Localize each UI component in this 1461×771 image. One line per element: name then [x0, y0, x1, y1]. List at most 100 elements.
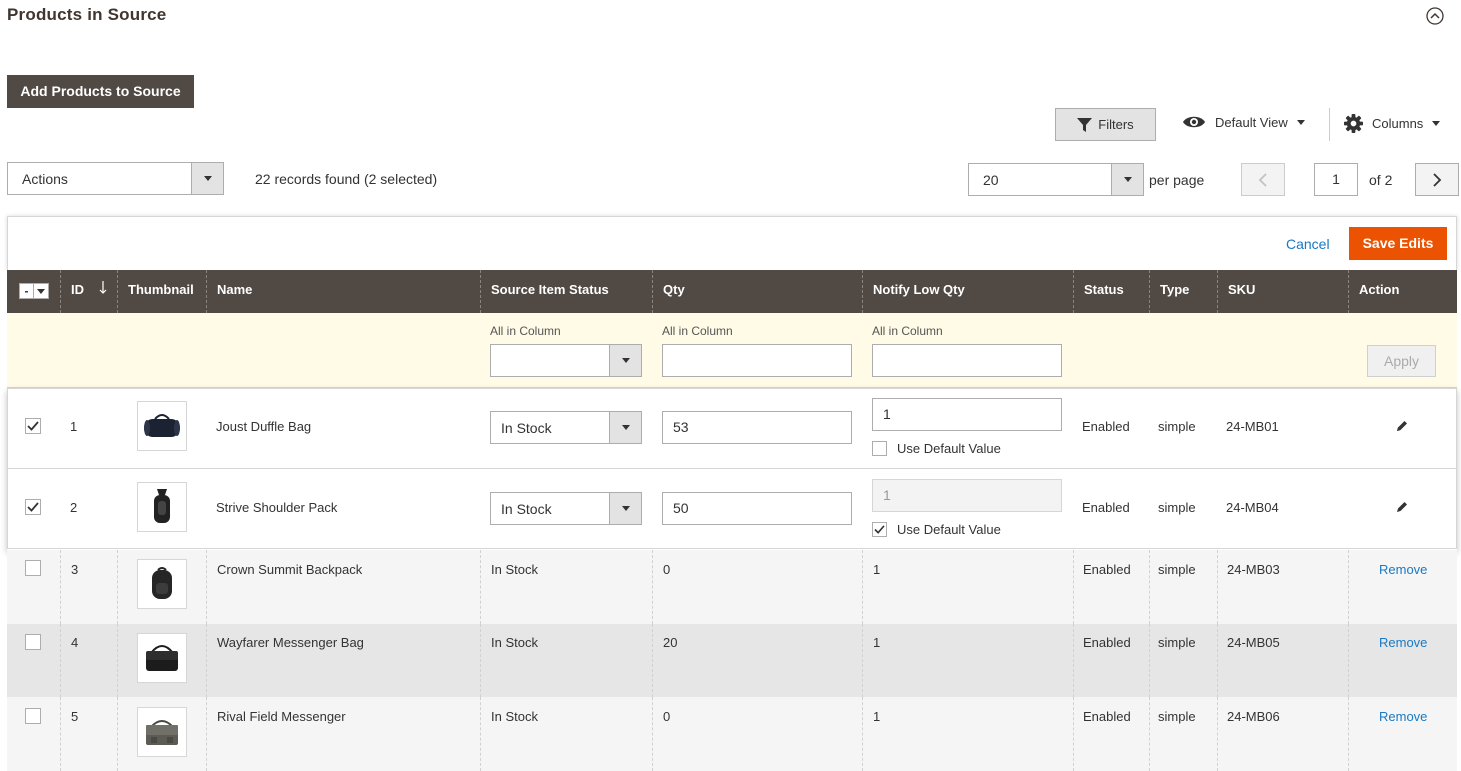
checkmark-icon: [27, 502, 39, 512]
row-checkbox[interactable]: [25, 499, 41, 515]
mass-status-select[interactable]: [490, 344, 642, 377]
eye-icon: [1183, 116, 1205, 128]
source-status: In Stock: [491, 562, 538, 577]
previous-page-button[interactable]: [1241, 163, 1285, 196]
page-number-input[interactable]: 1: [1314, 163, 1358, 196]
notify-low-qty-value: 1: [873, 562, 881, 577]
checkbox-unchecked: [872, 441, 887, 456]
source-status: In Stock: [491, 635, 538, 650]
all-in-column-label: All in Column: [490, 324, 561, 338]
row-checkbox[interactable]: [25, 560, 41, 576]
sort-arrow-icon: [99, 281, 107, 294]
source-status: In Stock: [491, 709, 538, 724]
column-header-name[interactable]: Name: [206, 270, 480, 313]
next-page-button[interactable]: [1415, 163, 1459, 196]
section-title: Products in Source: [7, 5, 167, 24]
field-messenger-icon: [146, 720, 178, 745]
product-thumbnail: [137, 707, 187, 757]
column-header-type[interactable]: Type: [1149, 270, 1217, 313]
column-header-thumbnail: Thumbnail: [117, 270, 206, 313]
notify-low-qty-input[interactable]: 1: [872, 398, 1062, 431]
remove-link[interactable]: Remove: [1379, 635, 1427, 650]
actions-select[interactable]: Actions: [7, 162, 224, 195]
qty-input[interactable]: 53: [662, 411, 852, 444]
notify-low-qty-value: 1: [873, 709, 881, 724]
filters-button[interactable]: Filters: [1055, 108, 1156, 141]
product-sku: 24-MB04: [1226, 500, 1279, 515]
remove-link[interactable]: Remove: [1379, 709, 1427, 724]
product-name: Crown Summit Backpack: [217, 562, 363, 577]
cancel-link[interactable]: Cancel: [1286, 236, 1330, 252]
product-thumbnail: [137, 482, 187, 532]
remove-link[interactable]: Remove: [1379, 562, 1427, 577]
checkbox-checked: [872, 522, 887, 537]
notify-low-qty-value: 1: [873, 635, 881, 650]
product-type: simple: [1158, 562, 1196, 577]
row-checkbox[interactable]: [25, 634, 41, 650]
row-id: 3: [71, 562, 79, 577]
row-checkbox[interactable]: [25, 418, 41, 434]
column-header-source-item-status[interactable]: Source Item Status: [480, 270, 652, 313]
add-products-button[interactable]: Add Products to Source: [7, 75, 194, 108]
product-sku: 24-MB01: [1226, 419, 1279, 434]
qty-input[interactable]: 50: [662, 492, 852, 525]
chevron-down-icon: [1296, 119, 1305, 125]
pencil-icon[interactable]: [1395, 500, 1409, 514]
columns-switcher[interactable]: Columns: [1344, 114, 1441, 133]
per-page-select[interactable]: 20: [968, 163, 1144, 196]
row-checkbox[interactable]: [25, 708, 41, 724]
notify-low-qty-input[interactable]: 1: [872, 479, 1062, 512]
product-status: Enabled: [1083, 709, 1131, 724]
save-edits-button[interactable]: Save Edits: [1349, 227, 1447, 260]
product-type: simple: [1158, 419, 1196, 434]
mass-notify-input[interactable]: [872, 344, 1062, 377]
column-header-sku[interactable]: SKU: [1217, 270, 1348, 313]
pencil-icon[interactable]: [1395, 419, 1409, 433]
product-name: Rival Field Messenger: [217, 709, 346, 724]
product-name: Joust Duffle Bag: [216, 419, 312, 434]
chevron-down-icon: [1432, 121, 1441, 126]
product-status: Enabled: [1083, 562, 1131, 577]
all-in-column-label: All in Column: [872, 324, 943, 338]
column-header-id[interactable]: ID: [60, 270, 117, 313]
column-header-status[interactable]: Status: [1073, 270, 1149, 313]
per-page-value: 20: [983, 171, 999, 188]
actions-value: Actions: [22, 170, 68, 187]
messenger-bag-icon: [146, 645, 178, 671]
column-header-qty[interactable]: Qty: [652, 270, 862, 313]
mass-select-control[interactable]: -: [19, 283, 49, 299]
source-status-select[interactable]: In Stock: [490, 411, 642, 444]
chevron-down-icon: [609, 493, 641, 524]
grid-header: - ID Thumbnail Name Source Item Status Q…: [7, 270, 1457, 313]
source-status-select[interactable]: In Stock: [490, 492, 642, 525]
use-default-checkbox[interactable]: Use Default Value: [872, 522, 1001, 537]
mass-qty-input[interactable]: [662, 344, 852, 377]
chevron-left-icon: [1258, 172, 1267, 187]
use-default-label: Use Default Value: [897, 441, 1001, 456]
product-type: simple: [1158, 500, 1196, 515]
qty-value: 0: [663, 709, 671, 724]
mass-select-column: -: [7, 270, 60, 313]
minus-icon: -: [20, 284, 34, 298]
product-name: Strive Shoulder Pack: [216, 500, 338, 515]
product-sku: 24-MB06: [1227, 709, 1280, 724]
product-sku: 24-MB03: [1227, 562, 1280, 577]
product-thumbnail: [137, 401, 187, 451]
column-header-notify-low-qty[interactable]: Notify Low Qty: [862, 270, 1073, 313]
collapse-icon[interactable]: [1426, 7, 1444, 25]
view-switcher[interactable]: Default View: [1182, 114, 1305, 130]
use-default-label: Use Default Value: [897, 522, 1001, 537]
duffle-bag-icon: [144, 414, 180, 437]
backpack-icon: [152, 567, 172, 599]
column-header-id-label: ID: [71, 282, 84, 297]
chevron-down-icon: [34, 284, 48, 298]
product-sku: 24-MB05: [1227, 635, 1280, 650]
apply-button[interactable]: Apply: [1367, 345, 1436, 377]
records-count: 22 records found (2 selected): [255, 171, 438, 187]
filter-icon: [1077, 117, 1093, 132]
qty-value: 0: [663, 562, 671, 577]
row-id: 2: [70, 500, 78, 515]
chevron-down-icon: [191, 163, 223, 194]
use-default-checkbox[interactable]: Use Default Value: [872, 441, 1001, 456]
gear-icon: [1344, 114, 1363, 133]
